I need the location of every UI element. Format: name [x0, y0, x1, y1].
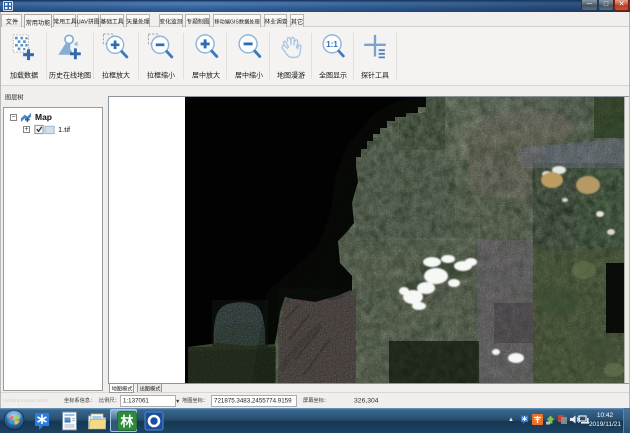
svg-text:林: 林	[120, 414, 133, 429]
svg-text:1:1: 1:1	[326, 40, 338, 49]
